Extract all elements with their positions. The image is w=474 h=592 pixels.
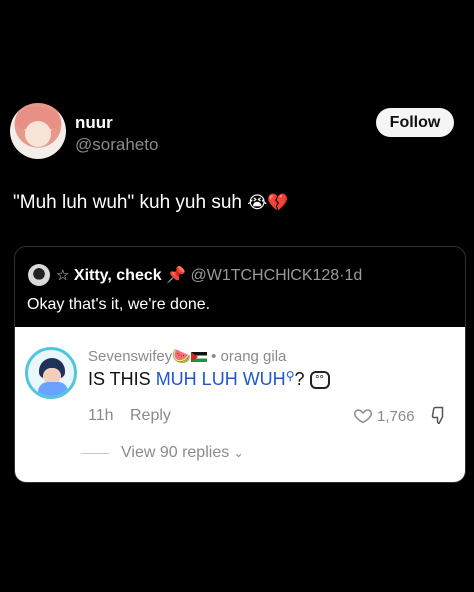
- comment-username[interactable]: Sevenswifey: [88, 348, 172, 365]
- comment-screenshot: Sevenswifey🍉 • orang gila IS THIS MUH LU…: [15, 327, 465, 482]
- comment-time: 11h: [88, 407, 114, 424]
- display-name[interactable]: nuur: [75, 113, 113, 133]
- quoted-post-card[interactable]: ☆ Xitty, check 📌 @W1TCHCHlCK128·1d Okay …: [14, 246, 466, 483]
- separator-dot: •: [211, 348, 217, 365]
- comment-text-after: ?: [294, 369, 305, 389]
- crying-face-emoji: 😭: [247, 193, 268, 212]
- comment-username-line: Sevenswifey🍉 • orang gila: [88, 347, 286, 365]
- heart-icon[interactable]: [353, 405, 373, 425]
- view-replies-link[interactable]: View 90 replies ⌄: [121, 444, 244, 462]
- quoted-post-text: Okay that's it, we're done.: [27, 296, 211, 313]
- follow-button[interactable]: Follow: [376, 108, 454, 137]
- quoted-user-handle[interactable]: @W1TCHCHlCK128: [190, 267, 339, 284]
- watermelon-emoji: 🍉: [172, 348, 191, 365]
- pin-icon: 📌: [166, 267, 187, 284]
- profile-avatar[interactable]: [10, 103, 66, 159]
- comment-tag: orang gila: [220, 348, 287, 365]
- quoted-post-time: 1d: [344, 267, 363, 284]
- quoted-user-avatar[interactable]: [28, 264, 50, 286]
- post-text: "Muh luh wuh" kuh yuh suh: [13, 192, 242, 213]
- comment-text-before: IS THIS: [88, 369, 156, 389]
- comment-avatar[interactable]: [25, 347, 77, 399]
- post-text-line: "Muh luh wuh" kuh yuh suh 😭💔: [13, 192, 288, 214]
- star-icon: ☆: [56, 267, 70, 284]
- replies-divider: [81, 453, 109, 454]
- comment-link[interactable]: MUH LUH WUH: [156, 369, 286, 389]
- quoted-user-name[interactable]: Xitty, check: [74, 267, 162, 284]
- dislike-icon[interactable]: [430, 405, 450, 425]
- comment-text: IS THIS MUH LUH WUH⚲? °°: [88, 369, 330, 390]
- user-handle[interactable]: @soraheto: [75, 135, 158, 155]
- flag-icon: [190, 352, 207, 363]
- quoted-post-header: ☆ Xitty, check 📌 @W1TCHCHlCK128·1d: [56, 265, 362, 285]
- view-replies-label[interactable]: View 90 replies: [121, 444, 229, 461]
- sticker-icon: °°: [309, 371, 330, 390]
- broken-heart-emoji: 💔: [267, 193, 289, 212]
- chevron-down-icon: ⌄: [233, 446, 244, 460]
- reply-button[interactable]: Reply: [130, 407, 171, 425]
- like-count: 1,766: [377, 408, 415, 425]
